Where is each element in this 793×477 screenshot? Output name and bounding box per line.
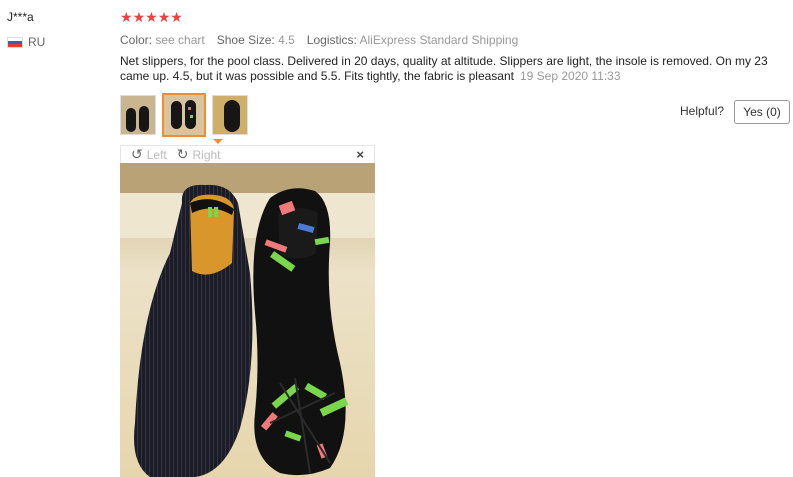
- rotate-left-button[interactable]: ↺ Left: [131, 146, 167, 163]
- review-text: Net slippers, for the pool class. Delive…: [120, 54, 768, 83]
- color-value: see chart: [155, 33, 205, 47]
- logistics-value: AliExpress Standard Shipping: [359, 33, 519, 47]
- review-body: Net slippers, for the pool class. Delive…: [120, 54, 775, 84]
- review-photo: [120, 163, 375, 477]
- star-icon: ★: [145, 9, 158, 25]
- selected-thumbnail-caret: [213, 139, 223, 144]
- star-icon: ★: [132, 9, 146, 25]
- star-icon: ★: [120, 9, 133, 25]
- rotate-left-label: Left: [146, 147, 167, 162]
- image-viewer-toolbar: ↺ Left ↻ Right ×: [120, 145, 375, 163]
- russia-flag-icon: [7, 36, 23, 48]
- size-label: Shoe Size:: [216, 33, 275, 47]
- rotate-right-icon: ↻: [176, 146, 189, 162]
- reviewer-name: J***a: [7, 10, 34, 24]
- reviewer-country: RU: [7, 35, 45, 49]
- helpful-yes-button[interactable]: Yes (0): [734, 100, 790, 124]
- color-label: Color:: [120, 33, 153, 47]
- review-date: 19 Sep 2020 11:33: [519, 69, 621, 83]
- photo-thumbnail[interactable]: [120, 95, 156, 135]
- helpful-label: Helpful?: [680, 104, 725, 118]
- size-value: 4.5: [278, 33, 295, 47]
- star-icon: ★: [170, 9, 183, 25]
- star-icon: ★: [157, 9, 171, 25]
- photo-thumbnail-selected[interactable]: [162, 93, 206, 137]
- photo-thumbnails: [120, 93, 248, 137]
- rotate-right-label: Right: [192, 147, 221, 162]
- order-info: Color: see chart Shoe Size: 4.5 Logistic…: [120, 33, 518, 47]
- photo-thumbnail[interactable]: [212, 95, 248, 135]
- close-icon[interactable]: ×: [356, 147, 364, 162]
- rotate-left-icon: ↺: [131, 146, 143, 162]
- rotate-right-button[interactable]: ↻ Right: [177, 146, 221, 163]
- logistics-label: Logistics:: [306, 33, 357, 47]
- star-rating: ★★★★★: [120, 9, 183, 26]
- country-code: RU: [28, 35, 46, 49]
